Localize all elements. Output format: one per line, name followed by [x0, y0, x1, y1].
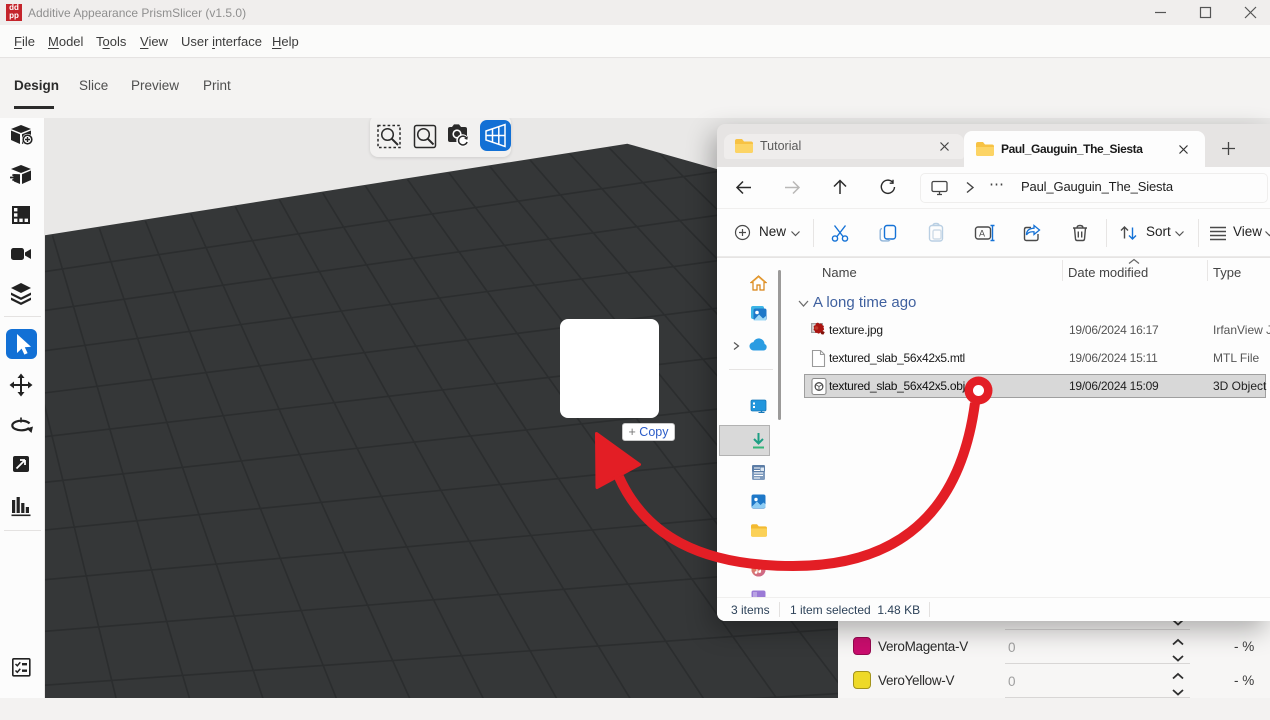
svg-text:A: A [979, 229, 985, 239]
